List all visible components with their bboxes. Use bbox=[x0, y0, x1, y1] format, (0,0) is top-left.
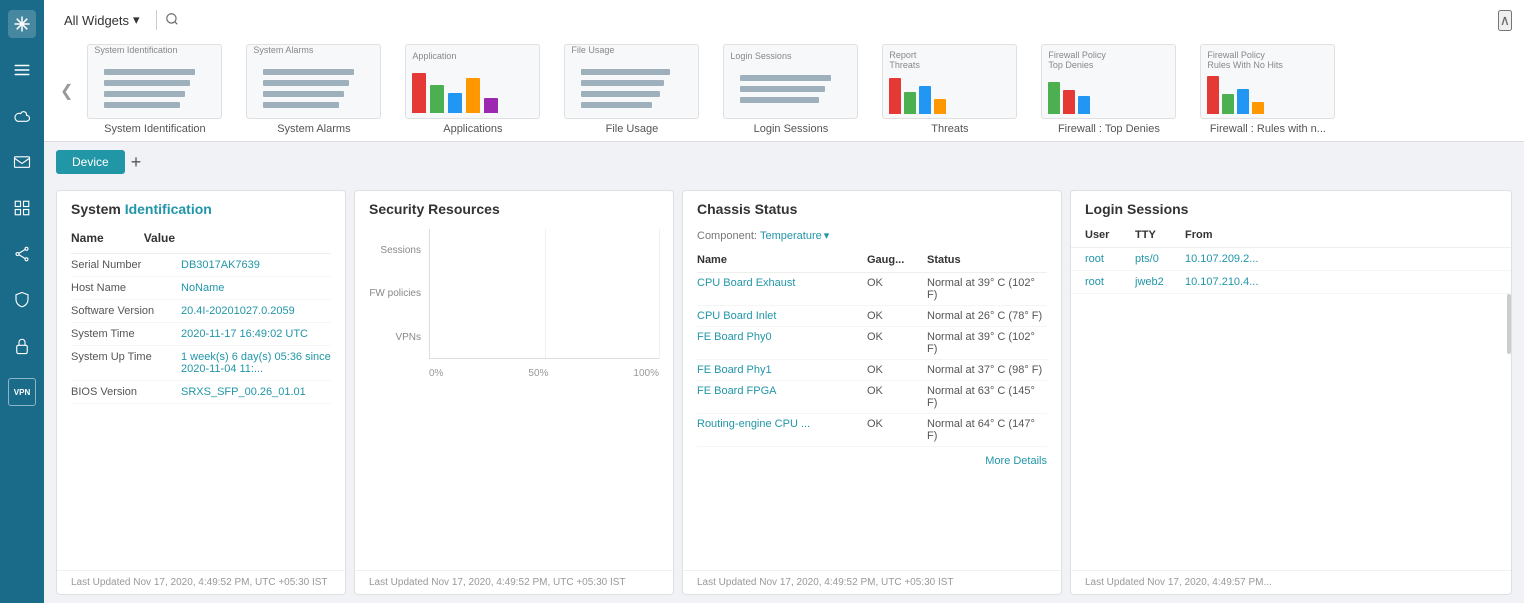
system-id-col-headers: Name Value bbox=[71, 225, 331, 254]
menu-icon[interactable] bbox=[8, 56, 36, 84]
file-usage-widget[interactable]: File Usage File Usage bbox=[554, 40, 709, 141]
divider bbox=[156, 10, 157, 30]
chart-icon[interactable] bbox=[8, 194, 36, 222]
lock-icon[interactable] bbox=[8, 332, 36, 360]
login-sessions-card: Login Sessions User TTY From root pts/0 … bbox=[1070, 190, 1512, 595]
system-alarms-widget[interactable]: System Alarms System Alarms bbox=[236, 40, 391, 141]
login-col-headers: User TTY From bbox=[1071, 225, 1511, 248]
table-row: CPU Board Exhaust OK Normal at 39° C (10… bbox=[697, 273, 1047, 306]
login-sessions-footer: Last Updated Nov 17, 2020, 4:49:57 PM... bbox=[1071, 570, 1511, 594]
carousel-prev-button[interactable]: ❮ bbox=[56, 81, 77, 101]
vpns-label: VPNs bbox=[395, 332, 421, 343]
application-thumbnail: Application bbox=[405, 44, 540, 119]
x-label-50: 50% bbox=[528, 368, 548, 379]
chassis-component-bar: Component: Temperature ▾ bbox=[683, 225, 1061, 250]
chassis-table: Name Gaug... Status CPU Board Exhaust OK… bbox=[683, 250, 1061, 451]
threats-widget[interactable]: Report Threats Threats bbox=[872, 40, 1027, 141]
vpn-icon[interactable]: VPN bbox=[8, 378, 36, 406]
firewall-rules-label: Firewall : Rules with n... bbox=[1210, 123, 1326, 135]
firewall-top-denies-thumbnail: Firewall Policy Top Denies bbox=[1041, 44, 1176, 119]
firewall-top-denies-widget[interactable]: Firewall Policy Top Denies Firewall : To… bbox=[1031, 40, 1186, 141]
system-id-footer: Last Updated Nov 17, 2020, 4:49:52 PM, U… bbox=[57, 570, 345, 594]
application-widget[interactable]: Application Applications bbox=[395, 40, 550, 141]
table-row: Software Version 20.4I-20201027.0.2059 bbox=[71, 300, 331, 323]
security-resources-card: Security Resources Sessions FW policies … bbox=[354, 190, 674, 595]
all-widgets-button[interactable]: All Widgets ▾ bbox=[56, 8, 148, 32]
system-alarms-label: System Alarms bbox=[277, 123, 350, 135]
table-row: BIOS Version SRXS_SFP_00.26_01.01 bbox=[71, 381, 331, 404]
table-row: Routing-engine CPU ... OK Normal at 64° … bbox=[697, 414, 1047, 447]
dashboard: System Identification Name Value Serial … bbox=[44, 182, 1524, 603]
widget-carousel: ❮ System Identification bbox=[56, 40, 1512, 141]
component-dropdown[interactable]: Temperature bbox=[760, 230, 822, 242]
table-row: System Up Time 1 week(s) 6 day(s) 05:36 … bbox=[71, 346, 331, 381]
snowflake-icon[interactable] bbox=[8, 10, 36, 38]
fw-policies-label: FW policies bbox=[369, 288, 421, 299]
search-button[interactable] bbox=[165, 12, 179, 29]
envelope-icon[interactable] bbox=[8, 148, 36, 176]
threats-thumbnail: Report Threats bbox=[882, 44, 1017, 119]
login-sessions-widget[interactable]: Login Sessions Login Sessions bbox=[713, 40, 868, 141]
system-identification-label: System Identification bbox=[104, 123, 206, 135]
table-row: CPU Board Inlet OK Normal at 26° C (78° … bbox=[697, 306, 1047, 327]
login-sessions-label: Login Sessions bbox=[754, 123, 829, 135]
file-usage-thumbnail: File Usage bbox=[564, 44, 699, 119]
chassis-status-card: Chassis Status Component: Temperature ▾ … bbox=[682, 190, 1062, 595]
main-content: All Widgets ▾ ∧ ❮ System Identification bbox=[44, 0, 1524, 603]
table-row: System Time 2020-11-17 16:49:02 UTC bbox=[71, 323, 331, 346]
security-resources-footer: Last Updated Nov 17, 2020, 4:49:52 PM, U… bbox=[355, 570, 673, 594]
sidebar: VPN bbox=[0, 0, 44, 603]
widget-bar: All Widgets ▾ ∧ ❮ System Identification bbox=[44, 0, 1524, 142]
security-resources-title: Security Resources bbox=[355, 191, 673, 225]
share-icon[interactable] bbox=[8, 240, 36, 268]
table-row: FE Board Phy1 OK Normal at 37° C (98° F) bbox=[697, 360, 1047, 381]
system-identification-thumbnail: System Identification bbox=[87, 44, 222, 119]
component-dropdown-arrow[interactable]: ▾ bbox=[824, 229, 830, 242]
table-row: root jweb2 10.107.210.4... bbox=[1071, 271, 1511, 294]
chevron-down-icon: ▾ bbox=[133, 12, 140, 28]
login-sessions-thumbnail: Login Sessions bbox=[723, 44, 858, 119]
system-id-table: Name Value Serial Number DB3017AK7639 Ho… bbox=[57, 225, 345, 412]
security-resources-body: Sessions FW policies VPNs bbox=[355, 225, 673, 570]
application-label: Applications bbox=[443, 123, 502, 135]
more-details-link[interactable]: More Details bbox=[683, 451, 1061, 471]
chassis-footer: Last Updated Nov 17, 2020, 4:49:52 PM, U… bbox=[683, 570, 1061, 594]
sessions-label: Sessions bbox=[380, 245, 421, 256]
widget-items-container: System Identification System Identificat… bbox=[77, 40, 1512, 141]
login-sessions-card-title: Login Sessions bbox=[1071, 191, 1511, 225]
system-alarms-thumbnail: System Alarms bbox=[246, 44, 381, 119]
system-identification-widget[interactable]: System Identification System Identificat… bbox=[77, 40, 232, 141]
threats-label: Threats bbox=[931, 123, 968, 135]
system-id-card: System Identification Name Value Serial … bbox=[56, 190, 346, 595]
table-row: Serial Number DB3017AK7639 bbox=[71, 254, 331, 277]
x-label-0: 0% bbox=[429, 368, 443, 379]
widget-bar-left: All Widgets ▾ bbox=[56, 8, 179, 32]
chassis-col-headers: Name Gaug... Status bbox=[697, 250, 1047, 273]
tab-bar: Device + bbox=[44, 142, 1524, 182]
system-id-title: System Identification bbox=[57, 191, 345, 225]
table-row: FE Board FPGA OK Normal at 63° C (145° F… bbox=[697, 381, 1047, 414]
firewall-top-denies-label: Firewall : Top Denies bbox=[1058, 123, 1160, 135]
table-row: FE Board Phy0 OK Normal at 39° C (102° F… bbox=[697, 327, 1047, 360]
table-row: root pts/0 10.107.209.2... bbox=[1071, 248, 1511, 271]
table-row: Host Name NoName bbox=[71, 277, 331, 300]
file-usage-label: File Usage bbox=[606, 123, 659, 135]
collapse-button[interactable]: ∧ bbox=[1498, 10, 1512, 31]
firewall-rules-thumbnail: Firewall Policy Rules With No Hits bbox=[1200, 44, 1335, 119]
firewall-rules-widget[interactable]: Firewall Policy Rules With No Hits Firew… bbox=[1190, 40, 1345, 141]
shield-icon[interactable] bbox=[8, 286, 36, 314]
widget-bar-header: All Widgets ▾ ∧ bbox=[56, 8, 1512, 32]
chassis-status-title: Chassis Status bbox=[683, 191, 1061, 225]
device-tab[interactable]: Device bbox=[56, 150, 125, 174]
cloud-icon[interactable] bbox=[8, 102, 36, 130]
add-tab-button[interactable]: + bbox=[131, 153, 142, 171]
x-label-100: 100% bbox=[633, 368, 659, 379]
